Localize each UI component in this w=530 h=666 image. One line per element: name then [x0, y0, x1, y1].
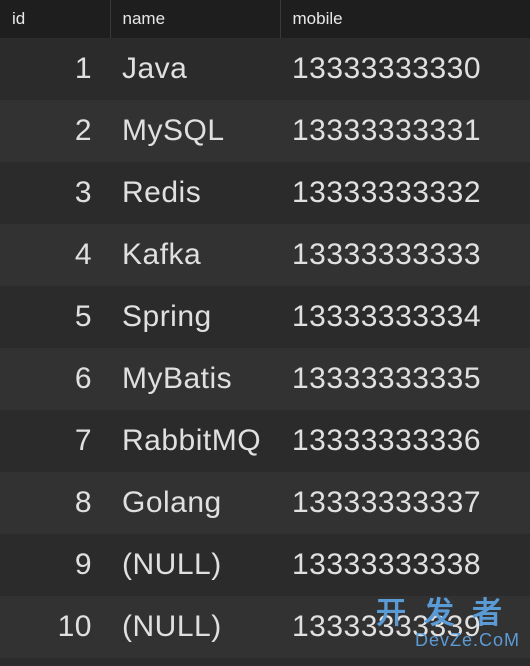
table-body: 1Java133333333302MySQL133333333313Redis1…: [0, 38, 530, 658]
cell-id[interactable]: 3: [0, 162, 110, 224]
cell-id[interactable]: 5: [0, 286, 110, 348]
cell-mobile[interactable]: 13333333334: [280, 286, 530, 348]
table-row[interactable]: 10(NULL)13333333339: [0, 596, 530, 658]
table-row[interactable]: 2MySQL13333333331: [0, 100, 530, 162]
cell-id[interactable]: 4: [0, 224, 110, 286]
cell-mobile[interactable]: 13333333338: [280, 534, 530, 596]
cell-id[interactable]: 8: [0, 472, 110, 534]
cell-id[interactable]: 6: [0, 348, 110, 410]
table-row[interactable]: 9(NULL)13333333338: [0, 534, 530, 596]
cell-mobile[interactable]: 13333333337: [280, 472, 530, 534]
cell-name[interactable]: Java: [110, 38, 280, 100]
cell-id[interactable]: 10: [0, 596, 110, 658]
table-row[interactable]: 6MyBatis13333333335: [0, 348, 530, 410]
cell-id[interactable]: 1: [0, 38, 110, 100]
cell-name[interactable]: Redis: [110, 162, 280, 224]
column-header-mobile[interactable]: mobile: [280, 0, 530, 38]
cell-name[interactable]: (NULL): [110, 534, 280, 596]
cell-mobile[interactable]: 13333333335: [280, 348, 530, 410]
cell-name[interactable]: (NULL): [110, 596, 280, 658]
cell-name[interactable]: RabbitMQ: [110, 410, 280, 472]
table-row[interactable]: 5Spring13333333334: [0, 286, 530, 348]
cell-mobile[interactable]: 13333333332: [280, 162, 530, 224]
column-header-name[interactable]: name: [110, 0, 280, 38]
cell-mobile[interactable]: 13333333336: [280, 410, 530, 472]
table-row[interactable]: 3Redis13333333332: [0, 162, 530, 224]
cell-mobile[interactable]: 13333333339: [280, 596, 530, 658]
cell-id[interactable]: 7: [0, 410, 110, 472]
cell-id[interactable]: 9: [0, 534, 110, 596]
table-row[interactable]: 7RabbitMQ13333333336: [0, 410, 530, 472]
table-header-row: id name mobile: [0, 0, 530, 38]
data-table: id name mobile 1Java133333333302MySQL133…: [0, 0, 530, 658]
cell-name[interactable]: MyBatis: [110, 348, 280, 410]
cell-name[interactable]: MySQL: [110, 100, 280, 162]
cell-name[interactable]: Golang: [110, 472, 280, 534]
cell-mobile[interactable]: 13333333330: [280, 38, 530, 100]
table-row[interactable]: 1Java13333333330: [0, 38, 530, 100]
cell-name[interactable]: Spring: [110, 286, 280, 348]
cell-mobile[interactable]: 13333333331: [280, 100, 530, 162]
table-row[interactable]: 4Kafka13333333333: [0, 224, 530, 286]
cell-name[interactable]: Kafka: [110, 224, 280, 286]
column-header-id[interactable]: id: [0, 0, 110, 38]
cell-mobile[interactable]: 13333333333: [280, 224, 530, 286]
table-row[interactable]: 8Golang13333333337: [0, 472, 530, 534]
cell-id[interactable]: 2: [0, 100, 110, 162]
